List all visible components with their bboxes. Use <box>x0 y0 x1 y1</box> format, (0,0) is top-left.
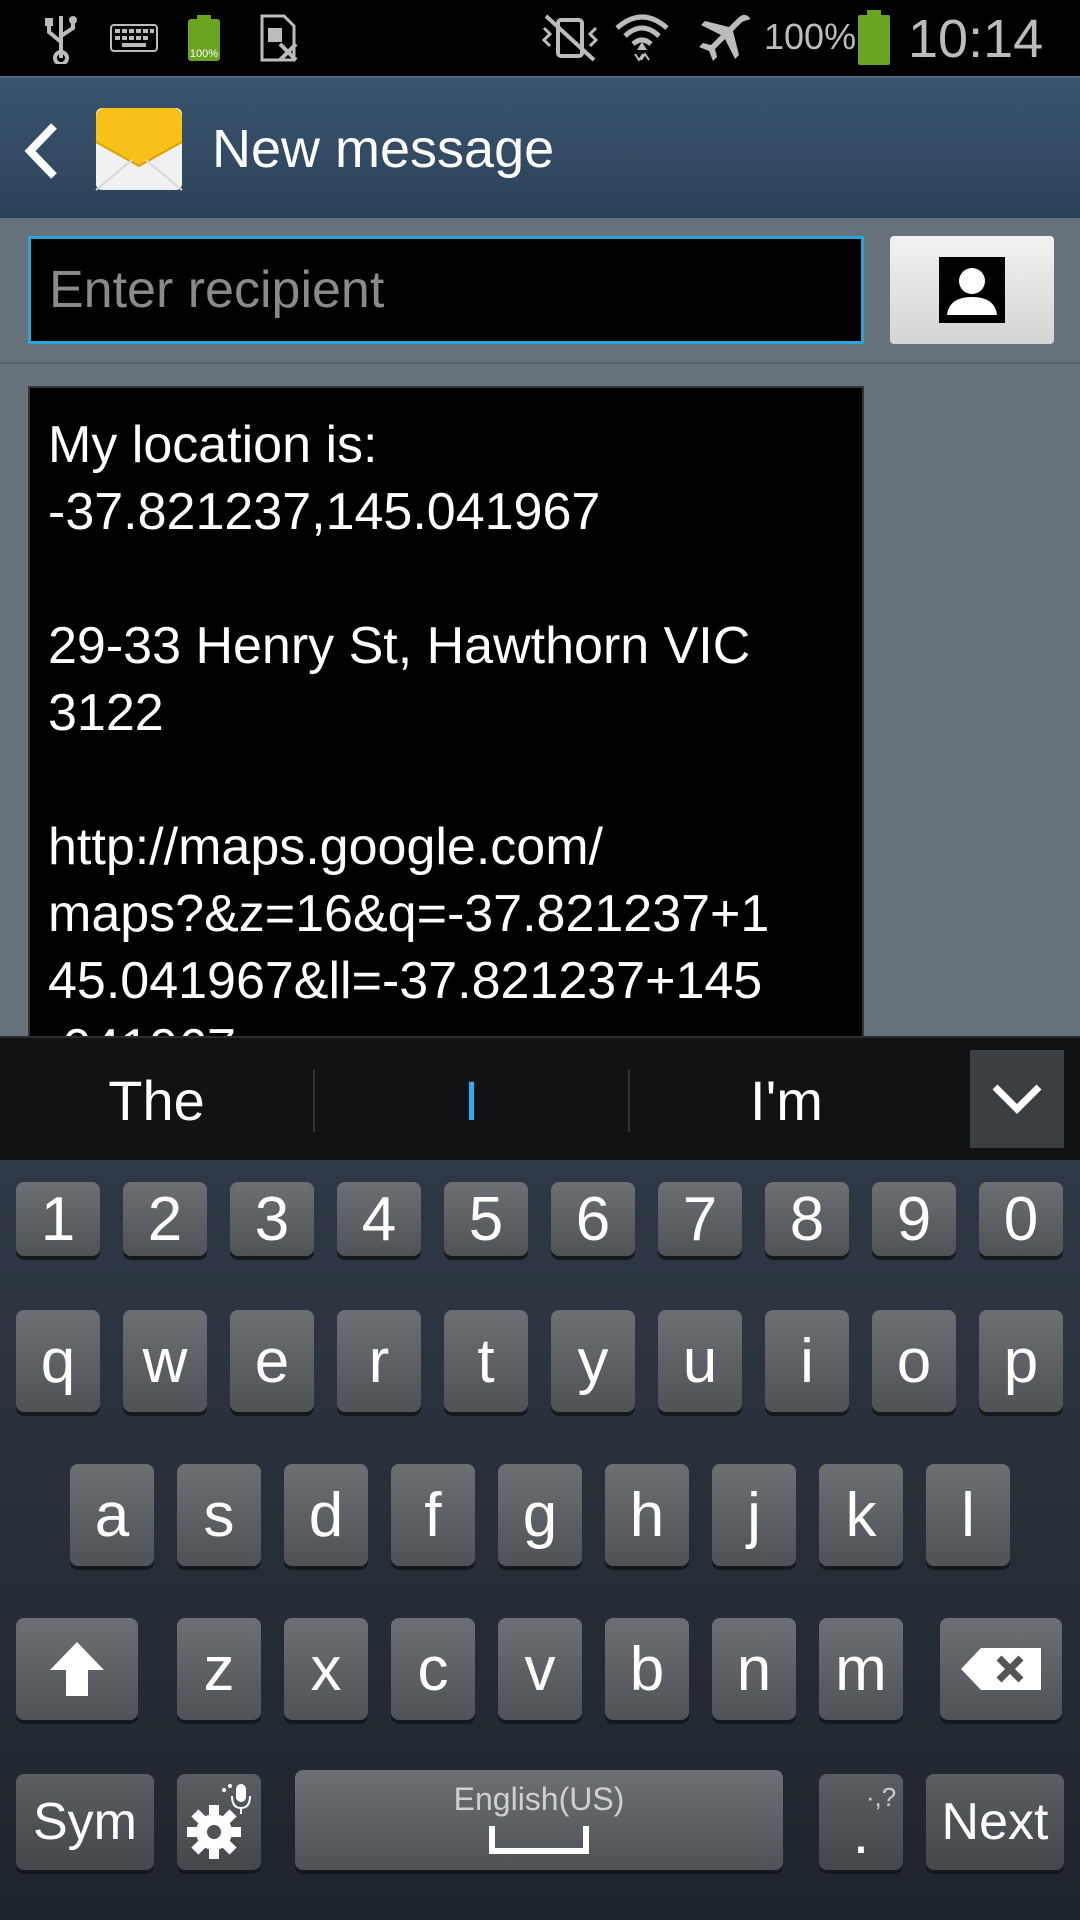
key-m[interactable]: m <box>819 1618 903 1720</box>
key-x[interactable]: x <box>284 1618 368 1720</box>
key-y[interactable]: y <box>551 1310 635 1412</box>
key-4[interactable]: 4 <box>337 1182 421 1256</box>
backspace-key[interactable] <box>940 1618 1062 1720</box>
gear-mic-icon <box>187 1784 251 1859</box>
screen-title: New message <box>212 119 555 179</box>
key-z[interactable]: z <box>177 1618 261 1720</box>
message-line <box>48 747 844 814</box>
chevron-left-icon <box>24 123 57 179</box>
key-g[interactable]: g <box>498 1464 582 1566</box>
key-q[interactable]: q <box>16 1310 100 1412</box>
vibrate-mute-icon <box>538 10 602 66</box>
chevron-down-icon <box>992 1084 1042 1114</box>
key-d[interactable]: d <box>284 1464 368 1566</box>
key-0[interactable]: 0 <box>979 1182 1063 1256</box>
key-k[interactable]: k <box>819 1464 903 1566</box>
key-s[interactable]: s <box>177 1464 261 1566</box>
key-5[interactable]: 5 <box>444 1182 528 1256</box>
suggestion-item[interactable]: The <box>0 1038 313 1162</box>
action-bar: New message <box>0 76 1080 218</box>
status-bar: 100% 100% 10:14 <box>0 0 1080 76</box>
key-2[interactable]: 2 <box>123 1182 207 1256</box>
key-r[interactable]: r <box>337 1310 421 1412</box>
key-7[interactable]: 7 <box>658 1182 742 1256</box>
space-bar-icon <box>489 1825 589 1854</box>
message-line: 29-33 Henry St, Hawthorn VIC <box>48 617 751 675</box>
battery-small-icon: 100% <box>184 10 224 66</box>
key-n[interactable]: n <box>712 1618 796 1720</box>
key-j[interactable]: j <box>712 1464 796 1566</box>
key-t[interactable]: t <box>444 1310 528 1412</box>
back-button[interactable] <box>22 116 72 186</box>
recipient-row <box>0 218 1080 364</box>
key-i[interactable]: i <box>765 1310 849 1412</box>
next-key[interactable]: Next <box>926 1774 1064 1870</box>
message-line <box>48 546 844 613</box>
battery-percent: 100% <box>764 16 857 57</box>
key-c[interactable]: c <box>391 1618 475 1720</box>
settings-key[interactable] <box>177 1774 261 1870</box>
key-e[interactable]: e <box>230 1310 314 1412</box>
key-l[interactable]: l <box>926 1464 1010 1566</box>
space-key-label: English(US) <box>453 1780 625 1817</box>
key-b[interactable]: b <box>605 1618 689 1720</box>
key-h[interactable]: h <box>605 1464 689 1566</box>
envelope-icon[interactable] <box>94 104 184 194</box>
sim-off-icon <box>254 10 304 66</box>
compose-area: My location is: -37.821237,145.041967 29… <box>0 364 1080 1046</box>
message-line: maps?&z=16&q=-37.821237+1 <box>48 885 770 943</box>
key-v[interactable]: v <box>498 1618 582 1720</box>
collapse-suggestions-button[interactable] <box>970 1050 1064 1148</box>
key-a[interactable]: a <box>70 1464 154 1566</box>
key-9[interactable]: 9 <box>872 1182 956 1256</box>
sym-key-label: Sym <box>33 1793 137 1851</box>
airplane-icon <box>694 10 758 66</box>
next-key-label: Next <box>941 1793 1049 1851</box>
message-line: 3122 <box>48 684 164 742</box>
usb-icon <box>36 10 86 66</box>
key-u[interactable]: u <box>658 1310 742 1412</box>
suggestion-item[interactable]: I'm <box>630 1038 943 1162</box>
message-line: http://maps.google.com/ <box>48 818 603 876</box>
period-key[interactable]: ·,? . <box>819 1774 903 1870</box>
message-input[interactable]: My location is: -37.821237,145.041967 29… <box>28 386 864 1046</box>
wifi-icon <box>610 10 674 66</box>
message-line: -37.821237,145.041967 <box>48 483 601 541</box>
period-key-label: . <box>852 1798 870 1866</box>
contact-picker-button[interactable] <box>890 236 1054 344</box>
suggestion-item-selected[interactable]: I <box>315 1038 628 1162</box>
contact-icon <box>939 257 1005 323</box>
battery-icon <box>852 10 896 66</box>
shift-key[interactable] <box>16 1618 138 1720</box>
key-8[interactable]: 8 <box>765 1182 849 1256</box>
space-key[interactable]: English(US) <box>295 1770 783 1870</box>
period-key-hint: ·,? <box>865 1781 897 1812</box>
sym-key[interactable]: Sym <box>16 1774 154 1870</box>
key-1[interactable]: 1 <box>16 1182 100 1256</box>
message-line: 45.041967&ll=-37.821237+145 <box>48 952 763 1010</box>
keyboard: 1 2 3 4 5 6 7 8 9 0 q w e r t y u i o p … <box>0 1160 1080 1920</box>
shift-arrow-icon <box>50 1642 104 1696</box>
keyboard-icon <box>106 10 162 66</box>
backspace-icon <box>961 1648 1041 1690</box>
key-o[interactable]: o <box>872 1310 956 1412</box>
battery-small-label: 100% <box>190 48 218 60</box>
key-f[interactable]: f <box>391 1464 475 1566</box>
suggestion-bar: The I I'm <box>0 1036 1080 1160</box>
key-6[interactable]: 6 <box>551 1182 635 1256</box>
key-3[interactable]: 3 <box>230 1182 314 1256</box>
recipient-input[interactable] <box>28 236 864 344</box>
clock: 10:14 <box>908 9 1044 69</box>
message-line: My location is: <box>48 416 378 474</box>
key-p[interactable]: p <box>979 1310 1063 1412</box>
key-w[interactable]: w <box>123 1310 207 1412</box>
